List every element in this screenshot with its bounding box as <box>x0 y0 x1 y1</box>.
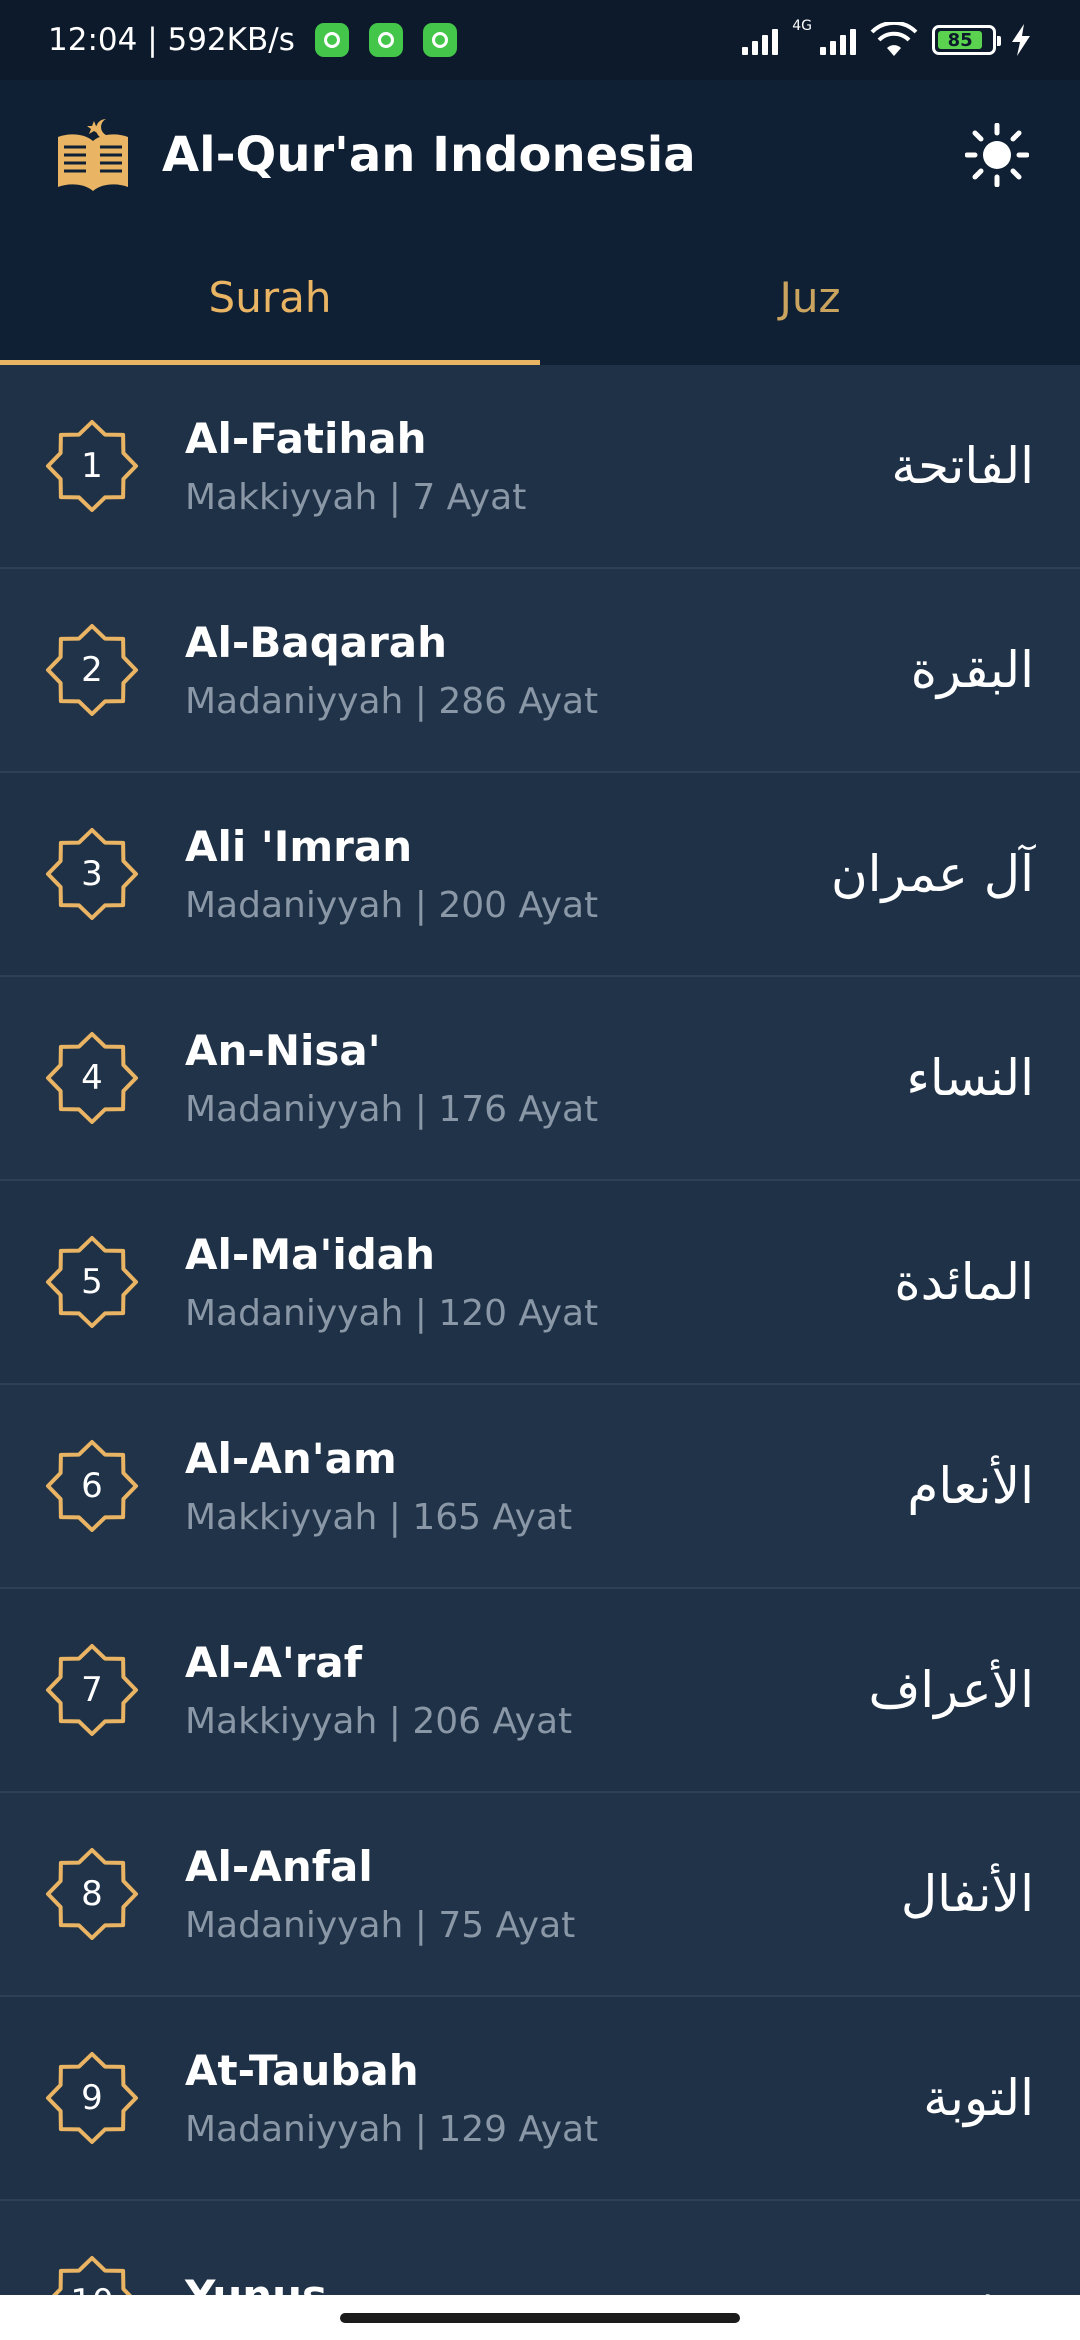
surah-number-badge: 6 <box>44 1438 140 1534</box>
sun-icon <box>965 123 1029 187</box>
surah-arabic-name: يونس <box>917 2273 1034 2295</box>
surah-name: Al-A'raf <box>185 1638 363 1687</box>
tab-juz[interactable]: Juz <box>540 230 1080 365</box>
surah-arabic-name: الفاتحة <box>891 437 1034 495</box>
surah-number: 7 <box>81 1670 103 1710</box>
surah-number: 4 <box>81 1058 103 1098</box>
notification-app-icon <box>368 23 403 57</box>
surah-list-item[interactable]: 4 An-Nisa' Madaniyyah | 176 Ayat النساء <box>0 977 1080 1181</box>
surah-number: 3 <box>81 854 103 894</box>
theme-toggle-button[interactable] <box>962 120 1032 190</box>
surah-arabic-name: النساء <box>906 1049 1034 1107</box>
surah-meta: Madaniyyah | 200 Ayat <box>185 885 599 926</box>
surah-list-item[interactable]: 1 Al-Fatihah Makkiyyah | 7 Ayat الفاتحة <box>0 365 1080 569</box>
surah-meta: Makkiyyah | 206 Ayat <box>185 1701 573 1742</box>
surah-info: Al-Fatihah Makkiyyah | 7 Ayat <box>185 414 526 518</box>
surah-number: 5 <box>81 1262 103 1302</box>
surah-arabic-name: التوبة <box>923 2069 1034 2127</box>
surah-info: Al-An'am Makkiyyah | 165 Ayat <box>185 1434 572 1538</box>
surah-number: 1 <box>81 446 103 486</box>
tab-bar: Surah Juz <box>0 230 1080 365</box>
surah-number: 9 <box>81 2078 103 2118</box>
surah-info: Al-Baqarah Madaniyyah | 286 Ayat <box>185 618 598 722</box>
surah-name: Yunus <box>185 2270 328 2296</box>
surah-number-badge: 9 <box>44 2050 140 2146</box>
surah-arabic-name: الأعراف <box>868 1661 1034 1719</box>
surah-arabic-name: الأنفال <box>900 1865 1034 1923</box>
surah-list-item[interactable]: 7 Al-A'raf Makkiyyah | 206 Ayat الأعراف <box>0 1589 1080 1793</box>
surah-number-badge: 7 <box>44 1642 140 1738</box>
charging-bolt-icon <box>1012 24 1030 56</box>
surah-number: 6 <box>81 1466 103 1506</box>
surah-list-item[interactable]: 9 At-Taubah Madaniyyah | 129 Ayat التوبة <box>0 1997 1080 2201</box>
app-title: Al-Qur'an Indonesia <box>162 127 696 183</box>
signal-icon <box>820 25 856 55</box>
surah-list-item[interactable]: 10 Yunus يونس <box>0 2201 1080 2295</box>
surah-name: Al-Anfal <box>185 1842 373 1891</box>
surah-info: At-Taubah Madaniyyah | 129 Ayat <box>185 2046 598 2150</box>
surah-number-badge: 10 <box>44 2254 140 2295</box>
status-time-speed: 12:04 | 592KB/s <box>48 22 295 58</box>
signal-icon <box>742 25 779 55</box>
book-crescent-icon <box>58 119 128 191</box>
surah-meta: Makkiyyah | 165 Ayat <box>185 1497 573 1538</box>
battery-level: 85 <box>938 30 983 51</box>
wifi-icon <box>870 22 918 56</box>
surah-number-badge: 1 <box>44 418 140 514</box>
surah-list-item[interactable]: 5 Al-Ma'idah Madaniyyah | 120 Ayat المائدة <box>0 1181 1080 1385</box>
surah-name: Al-Baqarah <box>185 618 448 667</box>
status-right: 4G 85 <box>742 18 1032 58</box>
surah-number-badge: 5 <box>44 1234 140 1330</box>
surah-arabic-name: الأنعام <box>907 1457 1034 1515</box>
surah-info: Al-A'raf Makkiyyah | 206 Ayat <box>185 1638 572 1742</box>
surah-list: 1 Al-Fatihah Makkiyyah | 7 Ayat الفاتحة 2 Al-… <box>0 365 1080 2295</box>
surah-list-item[interactable]: 2 Al-Baqarah Madaniyyah | 286 Ayat البقرة <box>0 569 1080 773</box>
surah-meta: Madaniyyah | 286 Ayat <box>185 681 599 722</box>
navigation-gesture-area <box>0 2295 1080 2340</box>
surah-name: Al-Ma'idah <box>185 1230 436 1279</box>
surah-number: 8 <box>81 1874 103 1914</box>
surah-info: Yunus <box>185 2271 327 2296</box>
surah-name: Al-Fatihah <box>185 414 427 463</box>
surah-info: An-Nisa' Madaniyyah | 176 Ayat <box>185 1026 598 1130</box>
surah-meta: Makkiyyah | 7 Ayat <box>185 477 527 518</box>
surah-arabic-name: البقرة <box>910 641 1034 699</box>
surah-meta: Madaniyyah | 176 Ayat <box>185 1089 599 1130</box>
surah-name: Al-An'am <box>185 1434 397 1483</box>
surah-number: 10 <box>44 2254 140 2295</box>
surah-list-item[interactable]: 8 Al-Anfal Madaniyyah | 75 Ayat الأنفال <box>0 1793 1080 1997</box>
surah-arabic-name: المائدة <box>894 1253 1034 1311</box>
surah-number-badge: 8 <box>44 1846 140 1942</box>
home-gesture-bar[interactable] <box>340 2313 740 2323</box>
surah-meta: Madaniyyah | 75 Ayat <box>185 1905 576 1946</box>
surah-info: Al-Anfal Madaniyyah | 75 Ayat <box>185 1842 575 1946</box>
surah-info: Ali 'Imran Madaniyyah | 200 Ayat <box>185 822 598 926</box>
surah-number: 2 <box>81 650 103 690</box>
surah-number-badge: 4 <box>44 1030 140 1126</box>
battery-icon: 85 <box>932 25 1001 55</box>
notification-app-icon <box>422 23 457 57</box>
status-bar: 12:04 | 592KB/s 4G 85 <box>0 0 1080 80</box>
tab-surah[interactable]: Surah <box>0 230 540 365</box>
surah-name: An-Nisa' <box>185 1026 381 1075</box>
surah-info: Al-Ma'idah Madaniyyah | 120 Ayat <box>185 1230 598 1334</box>
status-left: 12:04 | 592KB/s <box>48 22 457 58</box>
surah-name: At-Taubah <box>185 2046 419 2095</box>
surah-arabic-name: آل عمران <box>830 845 1034 903</box>
surah-list-item[interactable]: 3 Ali 'Imran Madaniyyah | 200 Ayat آل عمران <box>0 773 1080 977</box>
notification-app-icon <box>314 23 349 57</box>
surah-meta: Madaniyyah | 129 Ayat <box>185 2109 599 2150</box>
surah-number-badge: 3 <box>44 826 140 922</box>
app-bar: Al-Qur'an Indonesia <box>0 80 1080 230</box>
surah-name: Ali 'Imran <box>185 822 413 871</box>
network-type-label: 4G <box>792 18 812 34</box>
surah-list-item[interactable]: 6 Al-An'am Makkiyyah | 165 Ayat الأنعام <box>0 1385 1080 1589</box>
surah-number-badge: 2 <box>44 622 140 718</box>
surah-meta: Madaniyyah | 120 Ayat <box>185 1293 599 1334</box>
